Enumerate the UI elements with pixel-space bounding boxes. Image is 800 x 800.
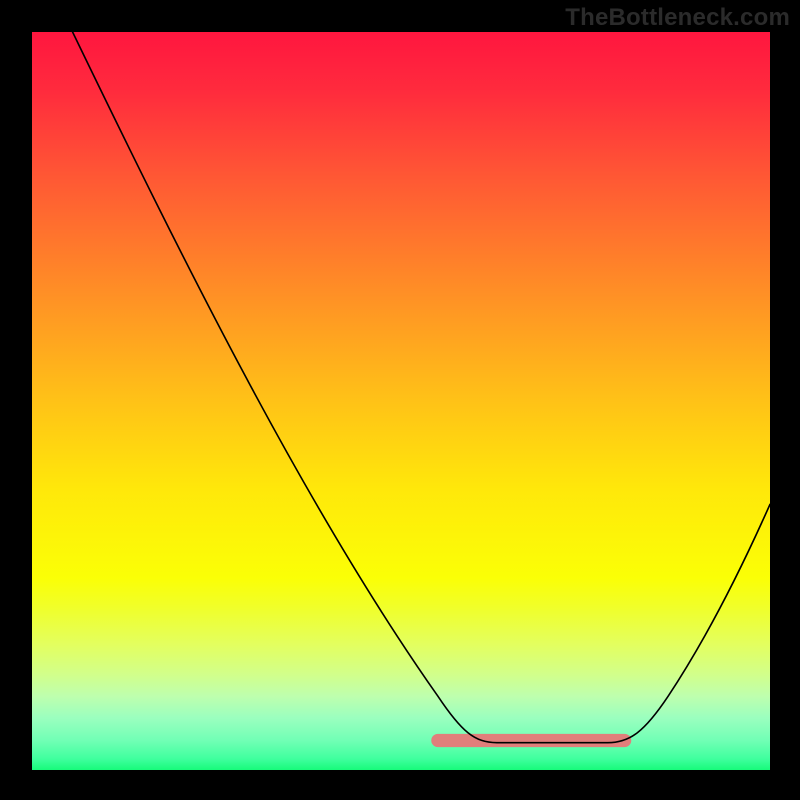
watermark-text: TheBottleneck.com: [565, 4, 790, 32]
plot-area: [32, 32, 770, 770]
chart-canvas: TheBottleneck.com: [0, 0, 800, 800]
chart-svg: [32, 32, 770, 770]
gradient-rect: [32, 32, 770, 770]
